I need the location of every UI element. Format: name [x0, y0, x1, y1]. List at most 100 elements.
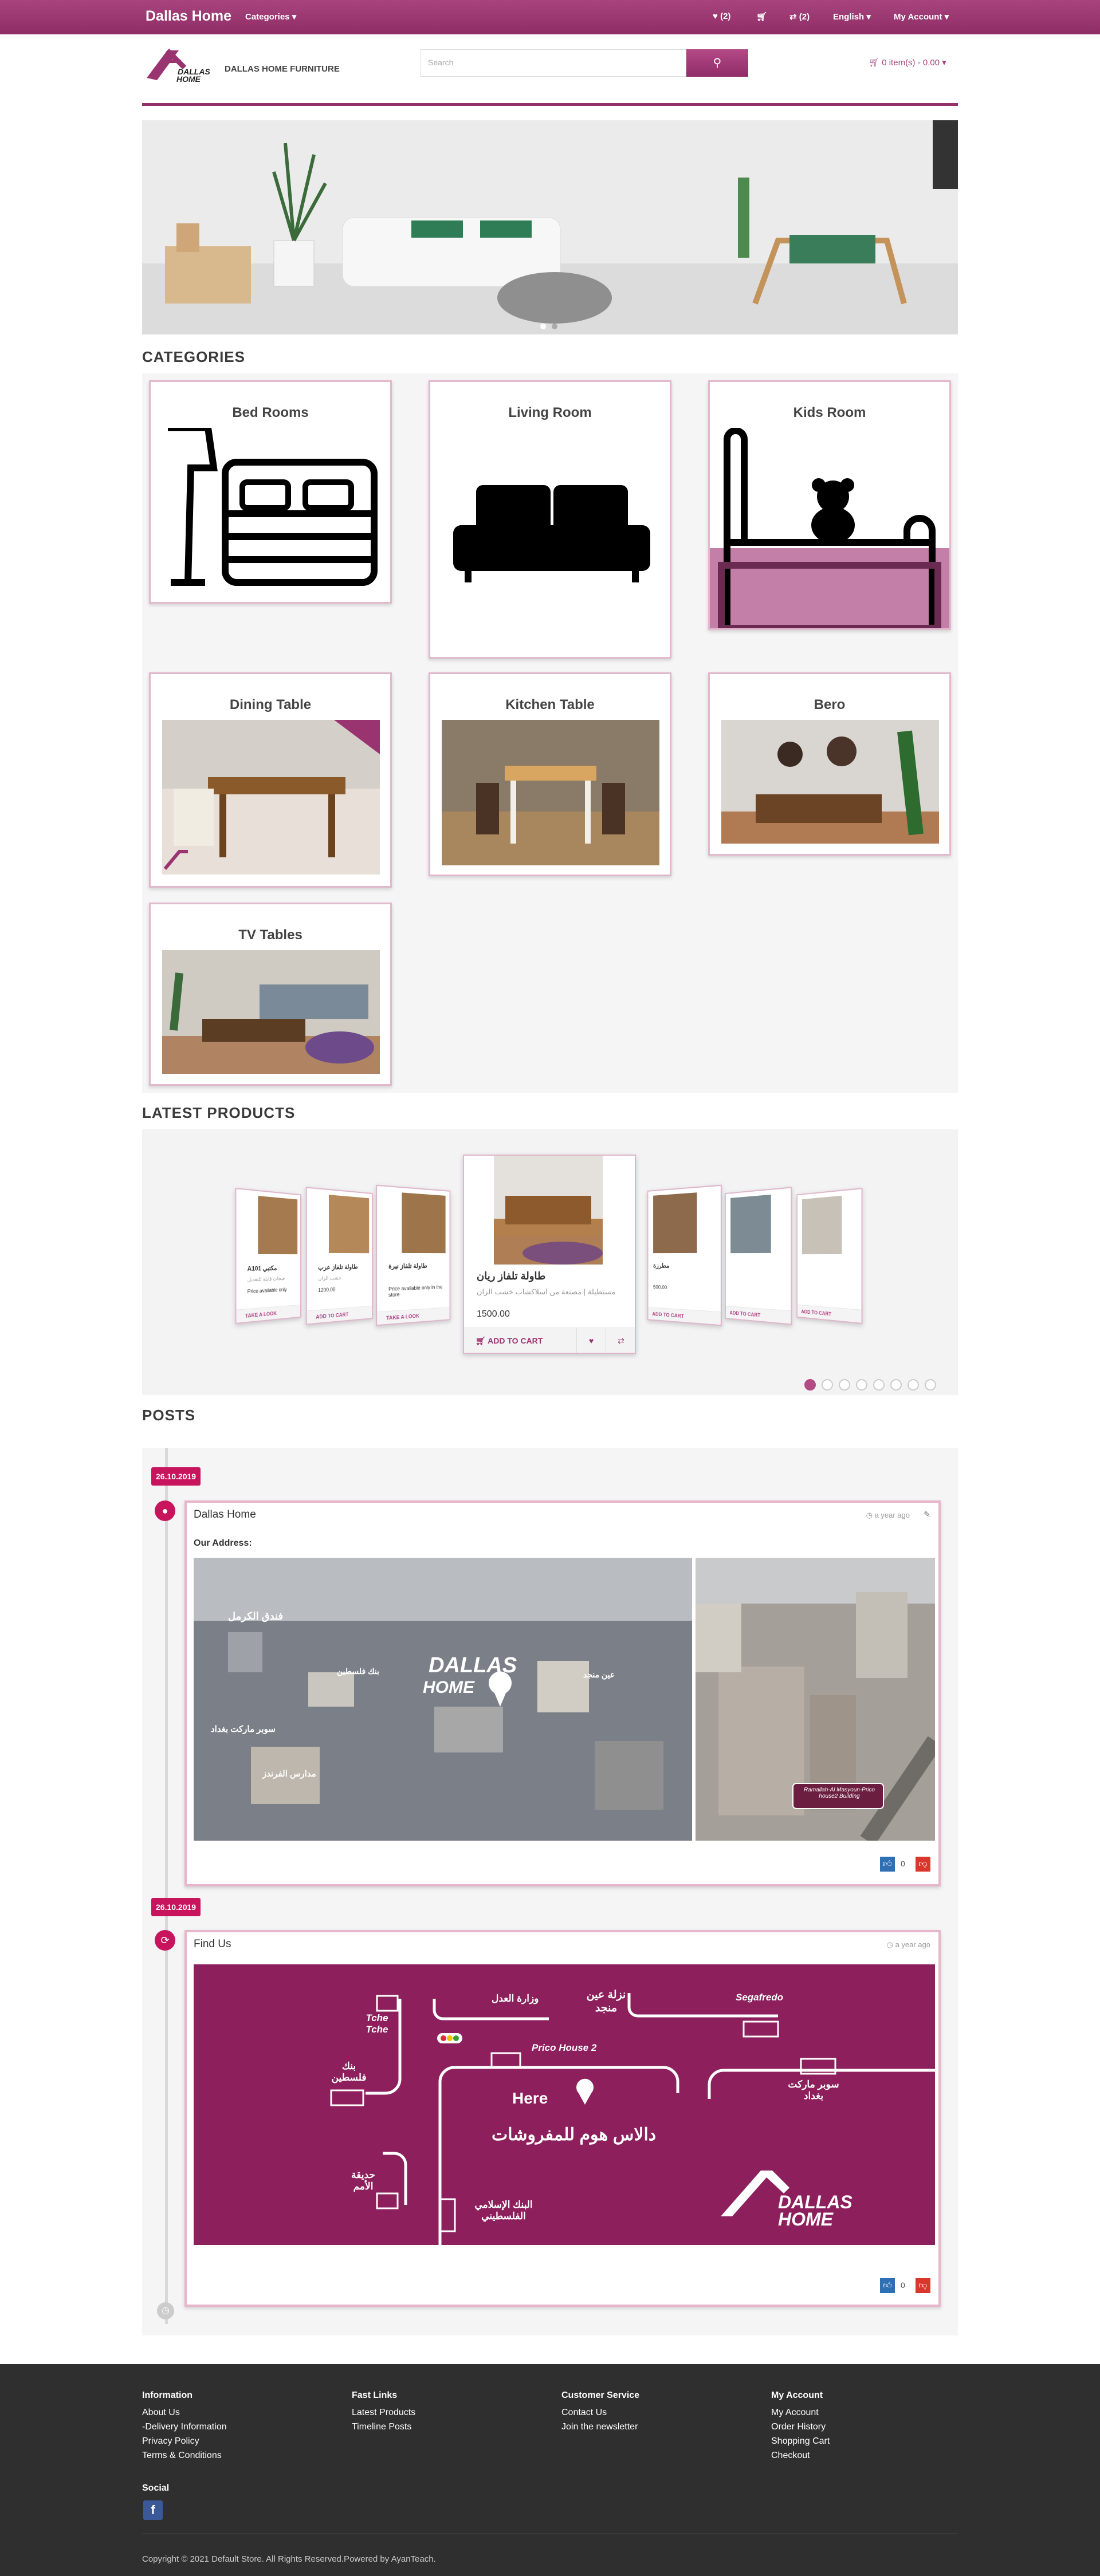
hero-slider[interactable]: [142, 120, 958, 334]
bero-photo: [721, 720, 939, 844]
copyright-text: Copyright © 2021 Default Store. All Righ…: [142, 2554, 436, 2564]
product-card[interactable]: A101 مكتبي فتحات قابلة للتعديل Price ava…: [235, 1187, 301, 1325]
button-label: ADD TO CART: [488, 1336, 543, 1345]
footer-link[interactable]: Checkout: [771, 2448, 830, 2463]
product-card[interactable]: طاولة تلفاز نيرة Price available only in…: [376, 1184, 451, 1326]
carousel-dot-active[interactable]: [804, 1379, 816, 1391]
category-kids-room[interactable]: Kids Room: [708, 380, 951, 630]
categories-menu[interactable]: Categories ▾: [245, 11, 296, 22]
footer-link[interactable]: Shopping Cart: [771, 2434, 830, 2448]
product-card[interactable]: ADD TO CART: [725, 1187, 792, 1325]
compare-icon: ⇄: [789, 12, 797, 22]
like-button[interactable]: 👍︎: [880, 2278, 895, 2293]
pin-icon[interactable]: ✎: [924, 1510, 930, 1519]
product-image: [730, 1194, 771, 1254]
carousel-dot[interactable]: [856, 1379, 867, 1391]
facebook-icon[interactable]: f: [143, 2500, 163, 2520]
categories-section: Bed Rooms Living Room Kids Room Dining T…: [142, 373, 958, 1093]
product-name[interactable]: طاولة تلفاز ريان: [477, 1270, 545, 1282]
store-name: DALLAS HOME FURNITURE: [225, 64, 340, 74]
footer-link[interactable]: About Us: [142, 2405, 227, 2420]
language-menu[interactable]: English ▾: [833, 11, 871, 22]
like-button[interactable]: 👍︎: [880, 1857, 895, 1872]
product-desc: خشب الزان: [318, 1274, 342, 1282]
dislike-button[interactable]: 👎︎: [916, 2278, 930, 2293]
carousel-dot[interactable]: [907, 1379, 919, 1391]
footer-link[interactable]: Contact Us: [561, 2405, 639, 2420]
add-to-cart-button[interactable]: ADD TO CART: [307, 1305, 372, 1324]
add-to-cart-button[interactable]: ADD TO CART: [648, 1307, 721, 1325]
account-menu[interactable]: My Account ▾: [894, 11, 949, 22]
dining-table-photo: [162, 720, 380, 875]
footer-heading: Fast Links: [352, 2390, 398, 2400]
product-card[interactable]: مطرزة 500.00 ADD TO CART: [647, 1184, 722, 1326]
take-a-look-button[interactable]: TAKE A LOOK: [236, 1304, 301, 1323]
carousel-dot[interactable]: [890, 1379, 902, 1391]
footer-link[interactable]: Order History: [771, 2420, 830, 2434]
footer-link[interactable]: My Account: [771, 2405, 830, 2420]
cart-dropdown[interactable]: 🛒︎ 0 item(s) - 0.00 ▾: [869, 57, 946, 68]
map-label: بنك فلسطين: [331, 2061, 367, 2083]
refresh-icon: ⟳: [155, 1930, 175, 1951]
timeline-line: [165, 1448, 168, 2324]
compare-icon[interactable]: ⇄: [606, 1328, 635, 1353]
add-to-cart-button[interactable]: 🛒︎ ADD TO CART: [476, 1336, 543, 1346]
footer: Information About Us -Delivery Informati…: [0, 2364, 1100, 2576]
social-heading: Social: [142, 2483, 170, 2493]
category-bed-rooms[interactable]: Bed Rooms: [149, 380, 392, 604]
map-label: مدارس الفرندز: [262, 1769, 316, 1779]
svg-text:HOME: HOME: [423, 1678, 475, 1697]
heart-icon[interactable]: ♥: [576, 1328, 606, 1353]
compare-link[interactable]: ⇄ (2): [789, 11, 810, 22]
cart-icon[interactable]: 🛒︎: [756, 11, 767, 22]
post-title[interactable]: Dallas Home: [194, 1508, 256, 1521]
map-caption: Ramallah-Al Masyoun-Prico house2 Buildin…: [804, 1787, 875, 1799]
posts-timeline: 26.10.2019 ● Dallas Home ◷ a year ago ✎ …: [142, 1448, 958, 2335]
search-button[interactable]: ⚲: [686, 49, 748, 77]
latest-products-carousel[interactable]: A101 مكتبي فتحات قابلة للتعديل Price ava…: [142, 1129, 958, 1395]
footer-link[interactable]: Join the newsletter: [561, 2420, 639, 2434]
take-a-look-button[interactable]: TAKE A LOOK: [377, 1307, 450, 1325]
site-logo[interactable]: DALLAS HOME: [144, 45, 213, 85]
latest-products-title: LATEST PRODUCTS: [142, 1104, 296, 1121]
product-card[interactable]: طاولة تلفاز عرب خشب الزان 1200.00 ADD TO…: [305, 1187, 373, 1325]
footer-link[interactable]: -Delivery Information: [142, 2420, 227, 2434]
category-kitchen-table[interactable]: Kitchen Table: [429, 672, 671, 876]
kitchen-table-photo: [442, 720, 659, 865]
product-image: [328, 1195, 370, 1254]
button-label: TAKE A LOOK: [245, 1310, 277, 1319]
post-time-text: a year ago: [874, 1511, 910, 1519]
brand-link[interactable]: Dallas Home: [146, 8, 231, 25]
post-subtitle: Our Address:: [194, 1538, 252, 1548]
footer-link[interactable]: Privacy Policy: [142, 2434, 227, 2448]
category-living-room[interactable]: Living Room: [429, 380, 671, 659]
carousel-dot[interactable]: [822, 1379, 833, 1391]
map-label: سوبر ماركت بغداد: [211, 1724, 276, 1734]
header-divider: [142, 103, 958, 106]
footer-link[interactable]: Terms & Conditions: [142, 2448, 227, 2463]
footer-link[interactable]: Latest Products: [352, 2405, 415, 2420]
dislike-button[interactable]: 👎︎: [916, 1857, 930, 1872]
add-to-cart-button[interactable]: ADD TO CART: [797, 1304, 862, 1323]
product-card[interactable]: ADD TO CART: [796, 1187, 863, 1325]
product-desc: فتحات قابلة للتعديل: [247, 1275, 285, 1283]
category-tv-tables[interactable]: TV Tables: [149, 903, 392, 1086]
carousel-dot[interactable]: [839, 1379, 850, 1391]
product-name: طاولة تلفاز نيرة: [388, 1262, 427, 1270]
search-input[interactable]: Search: [421, 49, 686, 77]
carousel-dot[interactable]: [925, 1379, 936, 1391]
category-dining-table[interactable]: Dining Table: [149, 672, 392, 888]
wishlist-link[interactable]: ♥ (2): [713, 11, 730, 21]
footer-link[interactable]: Timeline Posts: [352, 2420, 415, 2434]
carousel-dot[interactable]: [873, 1379, 885, 1391]
product-price: Price available only in the store: [388, 1284, 443, 1298]
footer-heading: My Account: [771, 2390, 823, 2400]
product-price: 1200.00: [318, 1286, 336, 1294]
product-image: [402, 1192, 446, 1254]
category-bero[interactable]: Bero: [708, 672, 951, 856]
featured-product-card[interactable]: طاولة تلفاز ريان مستطيلة | مصنعة من اسلا…: [463, 1155, 636, 1354]
add-to-cart-button[interactable]: ADD TO CART: [725, 1305, 791, 1324]
product-name: A101 مكتبي: [247, 1265, 277, 1273]
svg-text:HOME: HOME: [176, 74, 201, 84]
post-title[interactable]: Find Us: [194, 1938, 231, 1951]
